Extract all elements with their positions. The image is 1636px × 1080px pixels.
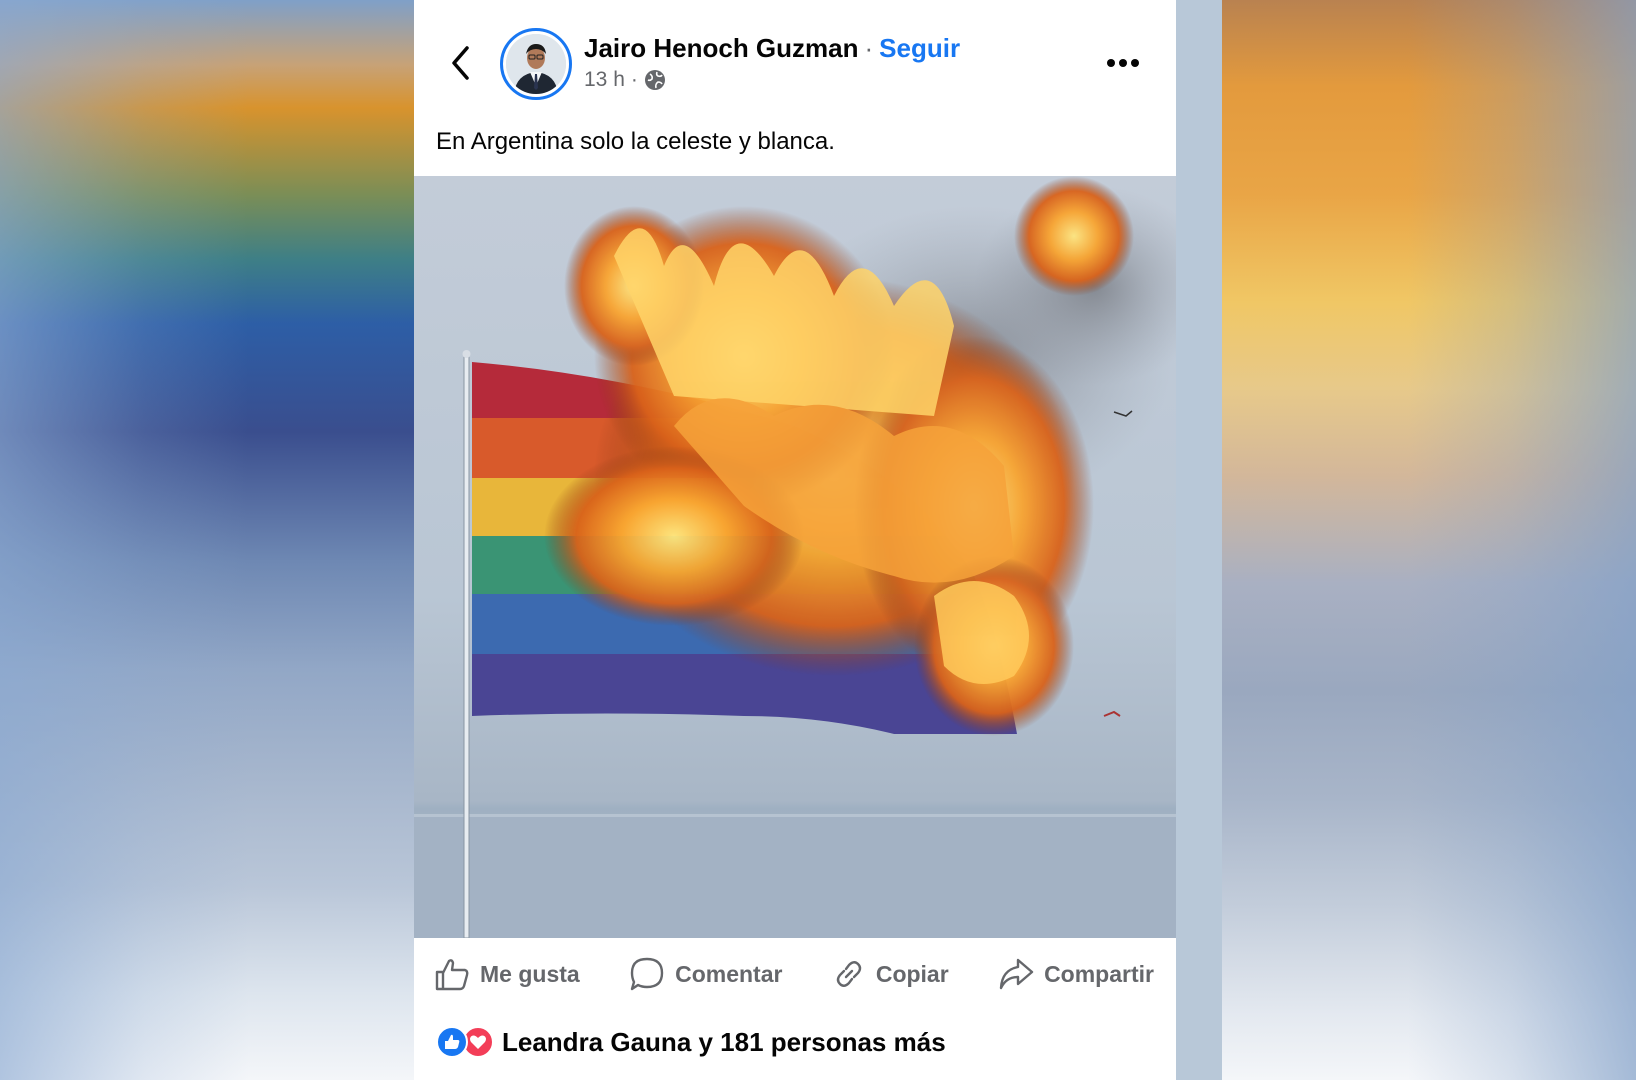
post-header: Jairo Henoch Guzman · Seguir 13 h · bbox=[414, 0, 1176, 120]
avatar-photo bbox=[506, 34, 566, 94]
meta-separator: · bbox=[630, 68, 638, 91]
avatar[interactable] bbox=[500, 28, 572, 100]
share-label: Compartir bbox=[1044, 960, 1154, 987]
author-line: Jairo Henoch Guzman · Seguir bbox=[584, 32, 960, 64]
more-options-button[interactable] bbox=[1100, 48, 1146, 78]
reaction-icons bbox=[436, 1026, 494, 1058]
follow-button[interactable]: Seguir bbox=[879, 33, 960, 63]
share-button[interactable]: Compartir bbox=[998, 957, 1154, 991]
burning-rainbow-flag-photo bbox=[414, 176, 1176, 938]
facebook-post: Jairo Henoch Guzman · Seguir 13 h · En Arg… bbox=[414, 0, 1176, 1080]
comment-label: Comentar bbox=[675, 960, 783, 987]
link-icon bbox=[836, 961, 862, 987]
more-dots-icon bbox=[1107, 59, 1139, 67]
author-name[interactable]: Jairo Henoch Guzman bbox=[584, 33, 859, 63]
like-label: Me gusta bbox=[480, 960, 580, 987]
copy-label: Copiar bbox=[875, 960, 949, 987]
background-blur-right bbox=[1222, 0, 1636, 1080]
globe-icon bbox=[644, 70, 665, 90]
post-time[interactable]: 13 h bbox=[584, 68, 625, 92]
thumbs-up-icon bbox=[435, 959, 469, 991]
back-button[interactable] bbox=[440, 40, 480, 86]
reactions-text: Leandra Gauna y 181 personas más bbox=[502, 1026, 946, 1057]
chevron-left-icon bbox=[452, 46, 469, 80]
like-button[interactable]: Me gusta bbox=[434, 957, 580, 991]
reactions-summary[interactable]: Leandra Gauna y 181 personas más bbox=[436, 1026, 946, 1058]
name-separator: · bbox=[864, 33, 874, 63]
comment-button[interactable]: Comentar bbox=[629, 956, 782, 992]
background-blur-left bbox=[0, 0, 414, 1080]
copy-button[interactable]: Copiar bbox=[832, 957, 949, 991]
post-actions: Me gusta Comentar Copiar Compartir bbox=[414, 940, 1176, 1008]
comment-bubble-icon bbox=[630, 957, 664, 991]
share-arrow-icon bbox=[999, 958, 1034, 990]
post-photo[interactable] bbox=[414, 176, 1176, 938]
post-meta: 13 h · bbox=[584, 68, 666, 92]
like-reaction-icon bbox=[436, 1026, 468, 1058]
post-caption: En Argentina solo la celeste y blanca. bbox=[436, 128, 835, 155]
